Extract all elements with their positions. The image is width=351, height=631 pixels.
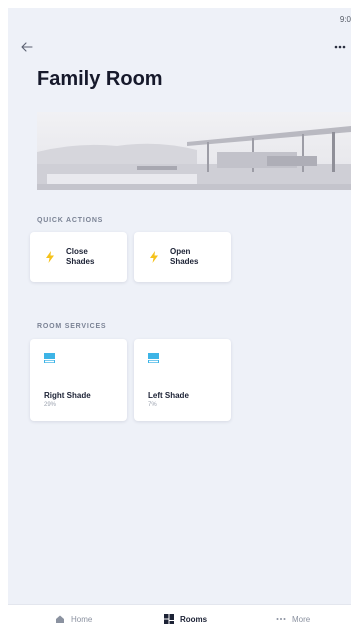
tab-home[interactable]: Home bbox=[55, 613, 92, 625]
lightning-bolt-icon bbox=[150, 251, 158, 263]
tab-home-label: Home bbox=[71, 614, 93, 624]
quick-actions-heading: QUICK ACTIONS bbox=[37, 217, 104, 224]
close-shades-action[interactable]: Close Shades bbox=[30, 232, 127, 282]
more-dots-icon bbox=[276, 618, 286, 620]
room-services-heading: ROOM SERVICES bbox=[37, 323, 107, 330]
more-options-button[interactable] bbox=[333, 40, 347, 54]
window-shade-icon bbox=[44, 353, 55, 363]
home-icon bbox=[56, 615, 64, 623]
left-shade-card[interactable]: Left Shade 7% bbox=[134, 339, 231, 421]
window-shade-icon bbox=[148, 353, 159, 363]
status-time: 9:0 bbox=[339, 15, 351, 24]
service-name: Left Shade bbox=[148, 391, 189, 400]
tab-rooms[interactable]: Rooms bbox=[164, 613, 207, 625]
open-shades-label: Open Shades bbox=[170, 247, 199, 266]
close-shades-label: Close Shades bbox=[66, 247, 95, 266]
service-level: 7% bbox=[148, 402, 157, 408]
service-level: 29% bbox=[44, 402, 57, 408]
app-screen: 9:0 Family Room QUICK ACTIONS Close Shad… bbox=[8, 8, 351, 631]
back-button[interactable] bbox=[20, 40, 34, 54]
tab-more[interactable]: More bbox=[276, 613, 310, 625]
patio-photo-illustration bbox=[37, 112, 351, 190]
arrow-left-icon bbox=[21, 42, 33, 52]
tab-more-label: More bbox=[292, 614, 311, 624]
bottom-tab-bar: Home Rooms More bbox=[8, 604, 351, 631]
rooms-grid-icon bbox=[164, 614, 174, 624]
service-name: Right Shade bbox=[44, 391, 91, 400]
room-hero-image bbox=[37, 112, 351, 190]
tab-rooms-label: Rooms bbox=[180, 614, 208, 624]
more-horizontal-icon bbox=[334, 45, 346, 49]
page-title: Family Room bbox=[37, 68, 163, 90]
open-shades-action[interactable]: Open Shades bbox=[134, 232, 231, 282]
lightning-bolt-icon bbox=[46, 251, 54, 263]
right-shade-card[interactable]: Right Shade 29% bbox=[30, 339, 127, 421]
